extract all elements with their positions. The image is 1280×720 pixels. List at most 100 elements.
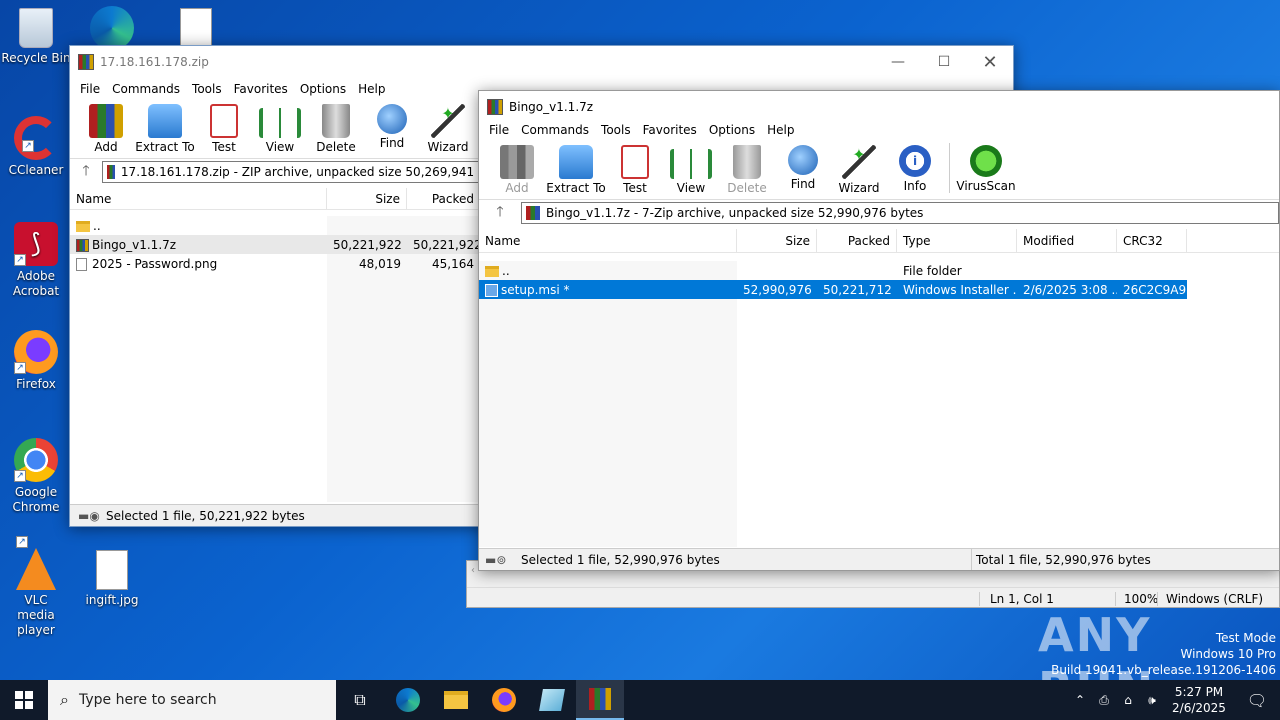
- connection-icon[interactable]: ⌂: [1116, 693, 1140, 707]
- menu-favorites[interactable]: Favorites: [228, 82, 294, 96]
- desktop-icon-ingift[interactable]: ingift.jpg: [76, 550, 148, 608]
- info-button[interactable]: i Info: [887, 141, 943, 193]
- folder-icon: [444, 691, 468, 709]
- desktop-icon-label: ingift.jpg: [85, 593, 139, 607]
- seven-zip-menubar: File Commands Tools Favorites Options He…: [479, 119, 1279, 141]
- menu-help[interactable]: Help: [352, 82, 391, 96]
- up-arrow-icon[interactable]: 🡑: [70, 160, 102, 184]
- maximize-button[interactable]: ☐: [921, 54, 967, 70]
- task-view-button[interactable]: ⧉: [336, 680, 384, 720]
- view-button[interactable]: View: [252, 100, 308, 154]
- desktop-icon-google-chrome[interactable]: ↗ Google Chrome: [0, 438, 72, 515]
- taskbar-file-explorer[interactable]: [432, 680, 480, 720]
- add-button[interactable]: Add: [489, 141, 545, 195]
- test-button[interactable]: Test: [196, 100, 252, 154]
- extract-to-button[interactable]: Extract To: [545, 141, 607, 195]
- delete-icon: [733, 145, 761, 179]
- taskbar-notepad[interactable]: [528, 680, 576, 720]
- desktop-icon-firefox[interactable]: ↗ Firefox: [0, 330, 72, 392]
- view-button[interactable]: View: [663, 141, 719, 195]
- ccleaner-icon: ↗: [14, 116, 58, 160]
- taskbar: ⌕ Type here to search ⧉ ⌃ ⎙ ⌂ 🕪 5:27 PM 2…: [0, 680, 1280, 720]
- wizard-button[interactable]: ✦ Wizard: [420, 100, 476, 154]
- menu-tools[interactable]: Tools: [186, 82, 228, 96]
- col-size[interactable]: Size: [327, 188, 407, 209]
- delete-button[interactable]: Delete: [308, 100, 364, 154]
- window-title: Bingo_v1.1.7z: [509, 100, 594, 114]
- archive-icon: [107, 164, 115, 179]
- notification-icon[interactable]: 🗨: [1234, 691, 1280, 710]
- chevron-up-icon[interactable]: ⌃: [1068, 693, 1092, 707]
- wizard-button[interactable]: ✦ Wizard: [831, 141, 887, 195]
- winrar-icon: [589, 688, 611, 710]
- menu-commands[interactable]: Commands: [106, 82, 186, 96]
- desktop-icon-label: CCleaner: [8, 163, 64, 177]
- virusscan-button[interactable]: VirusScan: [956, 141, 1016, 193]
- menu-file[interactable]: File: [483, 123, 515, 137]
- seven-zip-path-field[interactable]: Bingo_v1.1.7z - 7-Zip archive, unpacked …: [521, 201, 1279, 224]
- find-button[interactable]: Find: [775, 141, 831, 191]
- list-item-selected[interactable]: setup.msi * 52,990,976 50,221,712 Window…: [479, 280, 1187, 299]
- desktop-icon-adobe-acrobat[interactable]: ⟆ ↗ Adobe Acrobat: [0, 222, 72, 299]
- desktop-icon-vlc[interactable]: ↗ VLC media player: [0, 536, 72, 638]
- menu-file[interactable]: File: [74, 82, 106, 96]
- view-icon: [670, 149, 712, 179]
- clock[interactable]: 5:27 PM 2/6/2025: [1164, 684, 1234, 716]
- col-name[interactable]: Name: [70, 188, 327, 209]
- line-endings: Windows (CRLF): [1157, 591, 1279, 606]
- menu-options[interactable]: Options: [703, 123, 761, 137]
- taskbar-search-box[interactable]: ⌕ Type here to search: [48, 680, 336, 720]
- list-item[interactable]: 2025 - Password.png 48,019 45,164: [70, 254, 480, 273]
- extract-to-button[interactable]: Extract To: [134, 100, 196, 154]
- list-item[interactable]: .. File folder: [479, 261, 1279, 280]
- col-packed[interactable]: Packed: [407, 188, 480, 209]
- col-type[interactable]: Type: [897, 229, 1017, 252]
- desktop-icon-recycle-bin[interactable]: Recycle Bin: [0, 8, 72, 66]
- delete-button[interactable]: Delete: [719, 141, 775, 195]
- network-icon[interactable]: ⎙: [1092, 693, 1116, 708]
- taskbar-winrar[interactable]: [576, 680, 624, 720]
- col-packed[interactable]: Packed: [817, 229, 897, 252]
- firefox-icon: ↗: [14, 330, 58, 374]
- menu-help[interactable]: Help: [761, 123, 800, 137]
- installer-icon: [485, 283, 498, 297]
- status-left: Selected 1 file, 52,990,976 bytes: [521, 552, 720, 567]
- find-icon: [377, 104, 407, 134]
- edge-icon: [396, 688, 420, 712]
- menu-options[interactable]: Options: [294, 82, 352, 96]
- col-name[interactable]: Name: [479, 229, 737, 252]
- folder-icon: [485, 265, 499, 277]
- zip-path-field[interactable]: 17.18.161.178.zip - ZIP archive, unpacke…: [102, 160, 512, 183]
- list-item[interactable]: ..: [70, 216, 480, 235]
- col-size[interactable]: Size: [737, 229, 817, 252]
- find-button[interactable]: Find: [364, 100, 420, 150]
- list-item[interactable]: Bingo_v1.1.7z 50,221,922 50,221,922: [70, 235, 480, 254]
- menu-commands[interactable]: Commands: [515, 123, 595, 137]
- zip-titlebar[interactable]: 17.18.161.178.zip — ☐ ✕: [70, 46, 1013, 78]
- menu-favorites[interactable]: Favorites: [637, 123, 703, 137]
- info-icon: i: [899, 145, 931, 177]
- taskbar-firefox[interactable]: [480, 680, 528, 720]
- seven-zip-archive-window[interactable]: Bingo_v1.1.7z File Commands Tools Favori…: [478, 90, 1280, 571]
- menu-tools[interactable]: Tools: [595, 123, 637, 137]
- add-button[interactable]: Add: [78, 100, 134, 154]
- recycle-bin-icon: [19, 8, 53, 48]
- close-button[interactable]: ✕: [967, 52, 1013, 73]
- cursor-position: Ln 1, Col 1: [979, 591, 1115, 606]
- extract-icon: [559, 145, 593, 179]
- test-icon: [621, 145, 649, 179]
- desktop-icon-ccleaner[interactable]: ↗ CCleaner: [0, 116, 72, 178]
- col-crc32[interactable]: CRC32: [1117, 229, 1187, 252]
- volume-icon[interactable]: 🕪: [1140, 693, 1164, 708]
- up-arrow-icon[interactable]: 🡑: [479, 201, 521, 225]
- start-button[interactable]: [0, 680, 48, 720]
- test-button[interactable]: Test: [607, 141, 663, 195]
- col-modified[interactable]: Modified: [1017, 229, 1117, 252]
- seven-zip-column-header: Name Size Packed Type Modified CRC32: [479, 229, 1279, 253]
- toolbar-separator: [949, 143, 950, 193]
- image-file-icon: [180, 8, 212, 48]
- taskbar-edge[interactable]: [384, 680, 432, 720]
- winrar-icon: [487, 99, 503, 115]
- minimize-button[interactable]: —: [875, 54, 921, 70]
- delete-icon: [322, 104, 350, 138]
